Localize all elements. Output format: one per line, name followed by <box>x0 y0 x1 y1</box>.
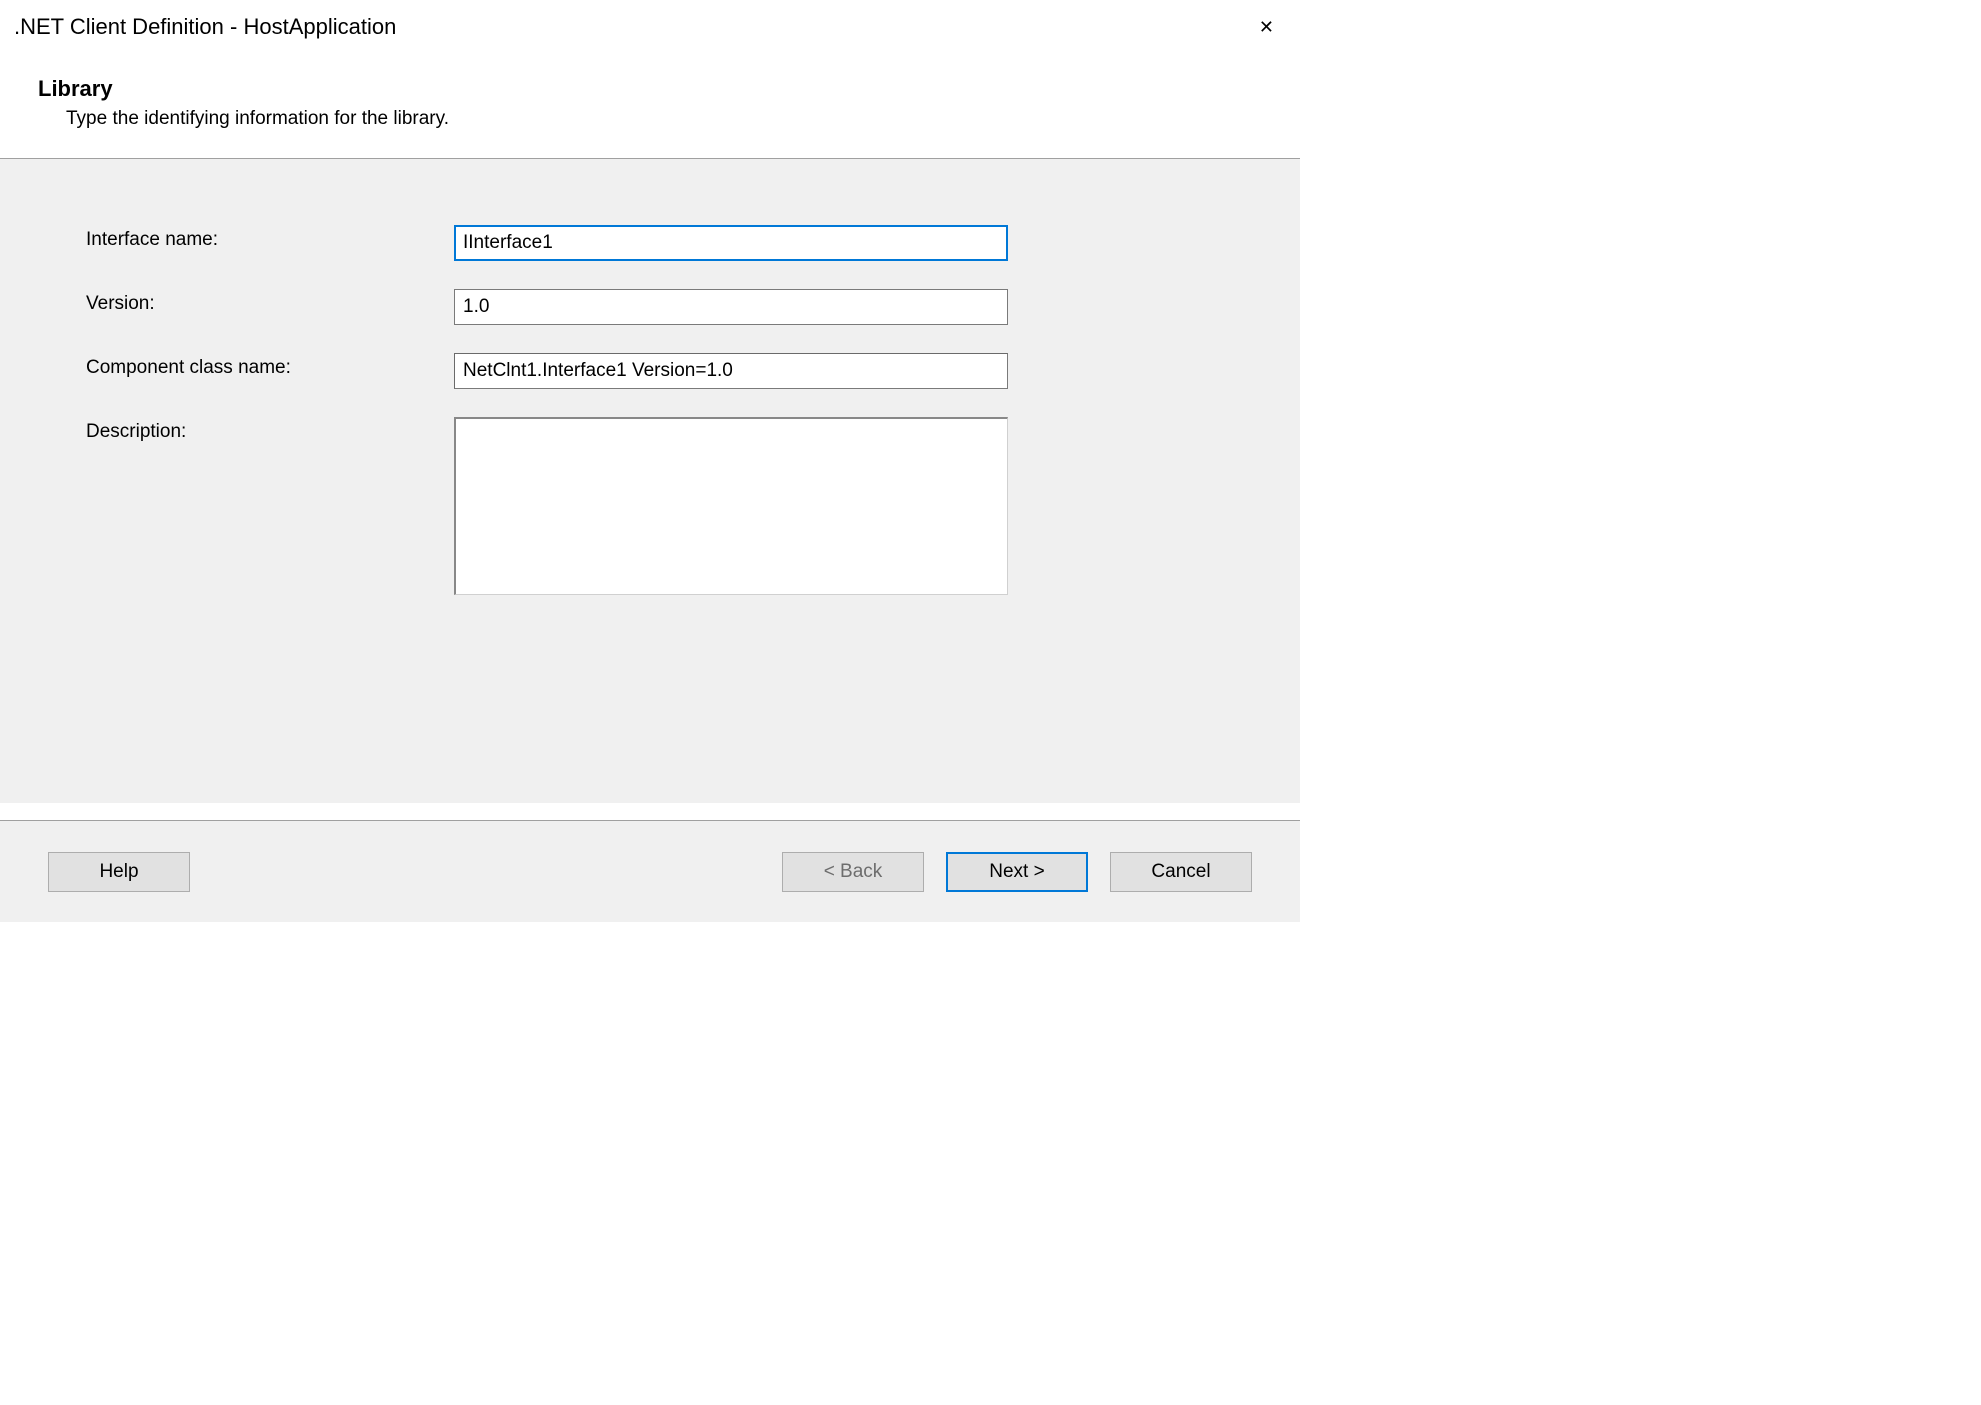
footer-left: Help <box>48 852 190 892</box>
close-icon[interactable]: ✕ <box>1255 14 1278 40</box>
footer: Help < Back Next > Cancel <box>0 820 1300 922</box>
description-label: Description: <box>86 417 454 443</box>
window-title: .NET Client Definition - HostApplication <box>14 14 396 40</box>
form-area: Interface name: Version: Component class… <box>0 159 1300 803</box>
page-subtitle: Type the identifying information for the… <box>38 108 1286 130</box>
titlebar: .NET Client Definition - HostApplication… <box>0 0 1300 58</box>
interface-name-label: Interface name: <box>86 225 454 251</box>
next-button[interactable]: Next > <box>946 852 1088 892</box>
description-input[interactable] <box>454 417 1008 595</box>
version-row: Version: <box>86 289 1240 325</box>
footer-right: < Back Next > Cancel <box>782 852 1252 892</box>
page-title: Library <box>38 76 1286 102</box>
interface-name-row: Interface name: <box>86 225 1240 261</box>
cancel-button[interactable]: Cancel <box>1110 852 1252 892</box>
version-label: Version: <box>86 289 454 315</box>
interface-name-input[interactable] <box>454 225 1008 261</box>
back-button: < Back <box>782 852 924 892</box>
component-class-row: Component class name: NetClnt1.Interface… <box>86 353 1240 389</box>
header-section: Library Type the identifying information… <box>0 58 1300 158</box>
version-input[interactable] <box>454 289 1008 325</box>
component-class-label: Component class name: <box>86 353 454 379</box>
component-class-readonly: NetClnt1.Interface1 Version=1.0 <box>454 353 1008 389</box>
help-button[interactable]: Help <box>48 852 190 892</box>
description-row: Description: <box>86 417 1240 595</box>
